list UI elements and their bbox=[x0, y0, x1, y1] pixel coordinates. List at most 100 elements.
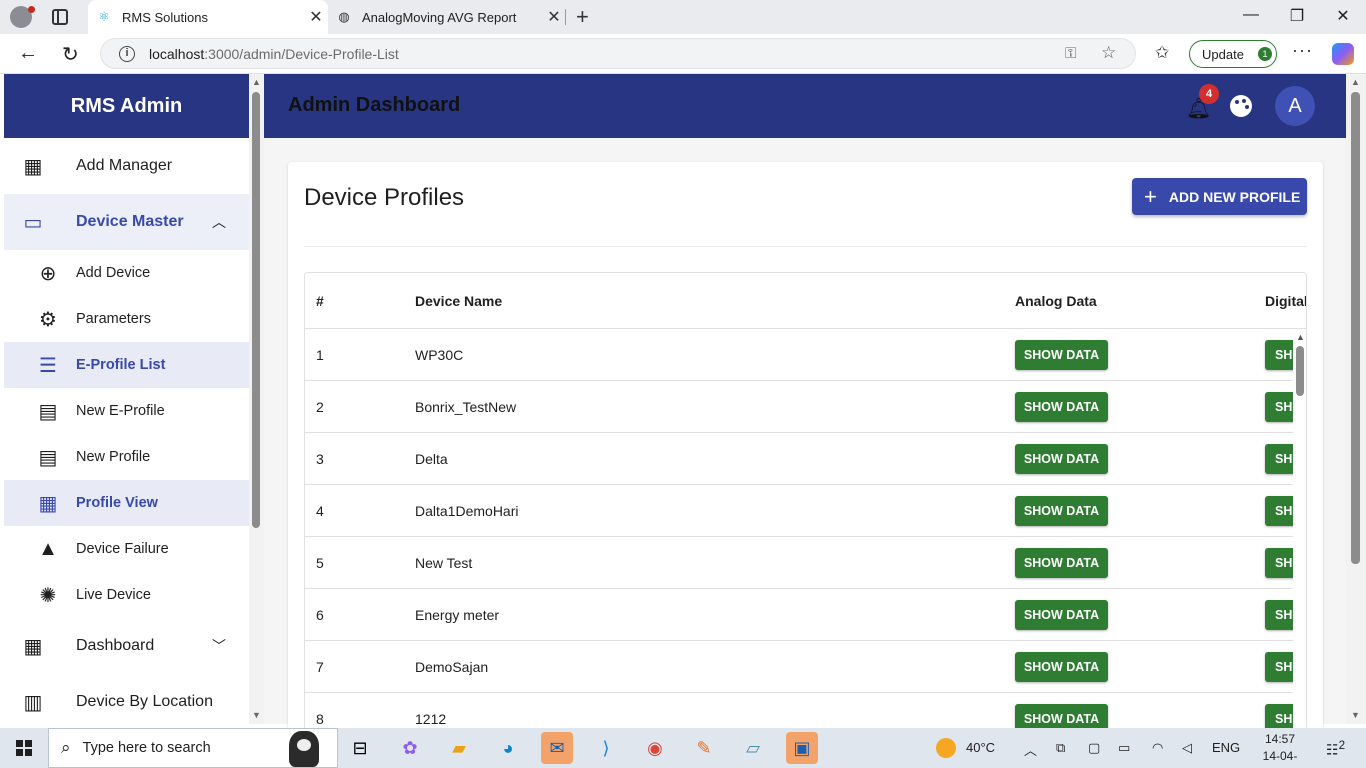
url-path: :3000/admin/Device-Profile-List bbox=[204, 45, 399, 62]
scroll-down-icon[interactable]: ▼ bbox=[252, 710, 261, 720]
row-number: 8 bbox=[316, 711, 324, 727]
new-tab-icon[interactable]: + bbox=[576, 4, 589, 30]
palette-icon[interactable] bbox=[1230, 95, 1252, 117]
battery-icon[interactable]: ▭ bbox=[1118, 740, 1130, 756]
chevron-up-icon[interactable]: ︿ bbox=[1024, 740, 1037, 759]
more-icon[interactable]: ··· bbox=[1292, 40, 1313, 61]
temperature[interactable]: 40°C bbox=[966, 740, 995, 755]
tab-separator bbox=[565, 9, 566, 25]
tab-rms-solutions[interactable]: ⚛ RMS Solutions ✕ bbox=[88, 0, 328, 34]
weather-icon[interactable] bbox=[936, 738, 956, 758]
sidebar-item-device-failure[interactable]: ▲ Device Failure bbox=[4, 526, 249, 572]
divider bbox=[304, 246, 1307, 247]
sidebar-item-device-by-location[interactable]: ▥ Device By Location bbox=[4, 674, 249, 724]
sidebar-item-add-manager[interactable]: ▦ Add Manager bbox=[4, 138, 249, 194]
sidebar-item-add-device[interactable]: ⊕ Add Device bbox=[4, 250, 249, 296]
scrollbar-thumb[interactable] bbox=[1296, 346, 1304, 396]
sidebar-item-e-profile-list[interactable]: ☰ E-Profile List bbox=[4, 342, 249, 388]
outlook-icon[interactable]: ✉ bbox=[541, 732, 573, 764]
edge-icon[interactable]: ◕ bbox=[492, 732, 524, 764]
refresh-icon[interactable]: ↻ bbox=[62, 42, 79, 67]
restore-icon[interactable]: ❐ bbox=[1274, 6, 1320, 26]
sidebar-item-new-profile[interactable]: ▤ New Profile bbox=[4, 434, 249, 480]
tab-actions-icon[interactable] bbox=[52, 9, 68, 25]
table-header: # Device Name Analog Data Digital bbox=[305, 273, 1306, 329]
sidebar-item-label: Dashboard bbox=[76, 637, 155, 654]
clock[interactable]: 14:57 14-04-2025 bbox=[1250, 731, 1310, 768]
task-view-icon[interactable]: ⊟ bbox=[344, 732, 376, 764]
url-input[interactable]: i localhost:3000/admin/Device-Profile-Li… bbox=[100, 38, 1136, 69]
sidebar-item-device-master[interactable]: ▭ Device Master ︿ bbox=[4, 194, 249, 250]
table-row: 4 Dalta1DemoHari SHOW DATA SH bbox=[305, 485, 1306, 537]
show-analog-data-button[interactable]: SHOW DATA bbox=[1015, 392, 1108, 422]
wifi-icon[interactable]: ◠ bbox=[1152, 740, 1163, 756]
windows-start-icon[interactable] bbox=[16, 740, 32, 756]
scrollbar-thumb[interactable] bbox=[252, 92, 260, 528]
notification-center-icon[interactable]: ☷2 bbox=[1326, 739, 1345, 759]
close-icon[interactable]: ✕ bbox=[304, 7, 328, 27]
scroll-up-icon[interactable]: ▲ bbox=[1296, 332, 1305, 342]
favorites-icon[interactable]: ✩ bbox=[1155, 43, 1169, 63]
sidebar-item-label: Device By Location bbox=[76, 693, 213, 710]
page-title: Admin Dashboard bbox=[288, 94, 461, 116]
gear-icon: ⚙ bbox=[39, 308, 57, 331]
tab-analog-report[interactable]: ◍ AnalogMoving AVG Report ✕ bbox=[328, 0, 566, 34]
minimize-icon[interactable]: — bbox=[1228, 6, 1274, 24]
sidebar: RMS Admin ▦ Add Manager ▭ Device Master … bbox=[4, 74, 249, 724]
star-icon[interactable]: ☆ bbox=[1101, 43, 1116, 63]
chrome-icon[interactable]: ◉ bbox=[639, 732, 671, 764]
devices-icon: ▭ bbox=[23, 211, 43, 234]
file-explorer-icon[interactable]: ▰ bbox=[443, 732, 475, 764]
sidebar-item-new-e-profile[interactable]: ▤ New E-Profile bbox=[4, 388, 249, 434]
sidebar-item-label: Parameters bbox=[76, 311, 151, 327]
scroll-down-icon[interactable]: ▼ bbox=[1351, 710, 1360, 720]
sidebar-item-label: New Profile bbox=[76, 449, 151, 465]
map-icon: ▥ bbox=[23, 691, 43, 714]
page-scrollbar[interactable]: ▲ ▼ bbox=[1346, 74, 1366, 724]
row-device-name: WP30C bbox=[415, 347, 464, 363]
column-header-number: # bbox=[316, 293, 324, 309]
site-info-icon[interactable]: i bbox=[119, 45, 135, 62]
scrollbar-thumb[interactable] bbox=[1351, 92, 1360, 564]
sidebar-item-label: Add Device bbox=[76, 265, 151, 281]
table-scrollbar[interactable]: ▲ bbox=[1293, 330, 1306, 768]
sidebar-item-profile-view[interactable]: ▦ Profile View bbox=[4, 480, 249, 526]
taskbar-search-input[interactable]: ⌕ Type here to search bbox=[48, 728, 338, 768]
sidebar-title: RMS Admin bbox=[4, 74, 249, 138]
show-analog-data-button[interactable]: SHOW DATA bbox=[1015, 600, 1108, 630]
add-new-profile-button[interactable]: + ADD NEW PROFILE bbox=[1132, 178, 1307, 215]
vscode-icon[interactable]: ⟩ bbox=[590, 732, 622, 764]
tab-title: RMS Solutions bbox=[122, 9, 208, 25]
show-analog-data-button[interactable]: SHOW DATA bbox=[1015, 444, 1108, 474]
sidebar-item-label: Device Failure bbox=[76, 541, 169, 557]
row-device-name: New Test bbox=[415, 555, 473, 571]
show-analog-data-button[interactable]: SHOW DATA bbox=[1015, 548, 1108, 578]
date: 14-04-2025 bbox=[1262, 749, 1298, 768]
sidebar-item-dashboard[interactable]: ▦ Dashboard ﹀ bbox=[4, 618, 249, 674]
postman-icon[interactable]: ✎ bbox=[688, 732, 720, 764]
warning-icon: ▲ bbox=[38, 537, 58, 560]
back-icon[interactable]: ← bbox=[18, 42, 38, 65]
meet-icon[interactable]: ⧉ bbox=[1056, 740, 1065, 756]
key-icon[interactable]: ⚿ bbox=[1065, 45, 1076, 62]
copilot-icon[interactable] bbox=[1332, 43, 1354, 65]
window-close-icon[interactable]: ✕ bbox=[1320, 6, 1366, 26]
scroll-up-icon[interactable]: ▲ bbox=[252, 77, 261, 87]
sidebar-item-parameters[interactable]: ⚙ Parameters bbox=[4, 296, 249, 342]
notepad-icon[interactable]: ▱ bbox=[737, 732, 769, 764]
photos-icon[interactable]: ▣ bbox=[786, 732, 818, 764]
sidebar-scrollbar[interactable]: ▲ ▼ bbox=[249, 74, 264, 724]
sidebar-item-label: Add Manager bbox=[76, 157, 173, 174]
close-icon[interactable]: ✕ bbox=[542, 7, 566, 27]
avatar[interactable]: A bbox=[1275, 86, 1315, 126]
language-indicator[interactable]: ENG bbox=[1212, 740, 1240, 755]
volume-icon[interactable]: ◁ bbox=[1182, 740, 1192, 756]
display-icon[interactable]: ▢ bbox=[1088, 740, 1100, 756]
show-analog-data-button[interactable]: SHOW DATA bbox=[1015, 496, 1108, 526]
show-analog-data-button[interactable]: SHOW DATA bbox=[1015, 340, 1108, 370]
sidebar-item-live-device[interactable]: ✺ Live Device bbox=[4, 572, 249, 618]
show-analog-data-button[interactable]: SHOW DATA bbox=[1015, 652, 1108, 682]
scroll-up-icon[interactable]: ▲ bbox=[1351, 77, 1360, 87]
copilot-taskbar-icon[interactable]: ✿ bbox=[394, 732, 426, 764]
dashboard-icon: ▦ bbox=[23, 155, 43, 178]
